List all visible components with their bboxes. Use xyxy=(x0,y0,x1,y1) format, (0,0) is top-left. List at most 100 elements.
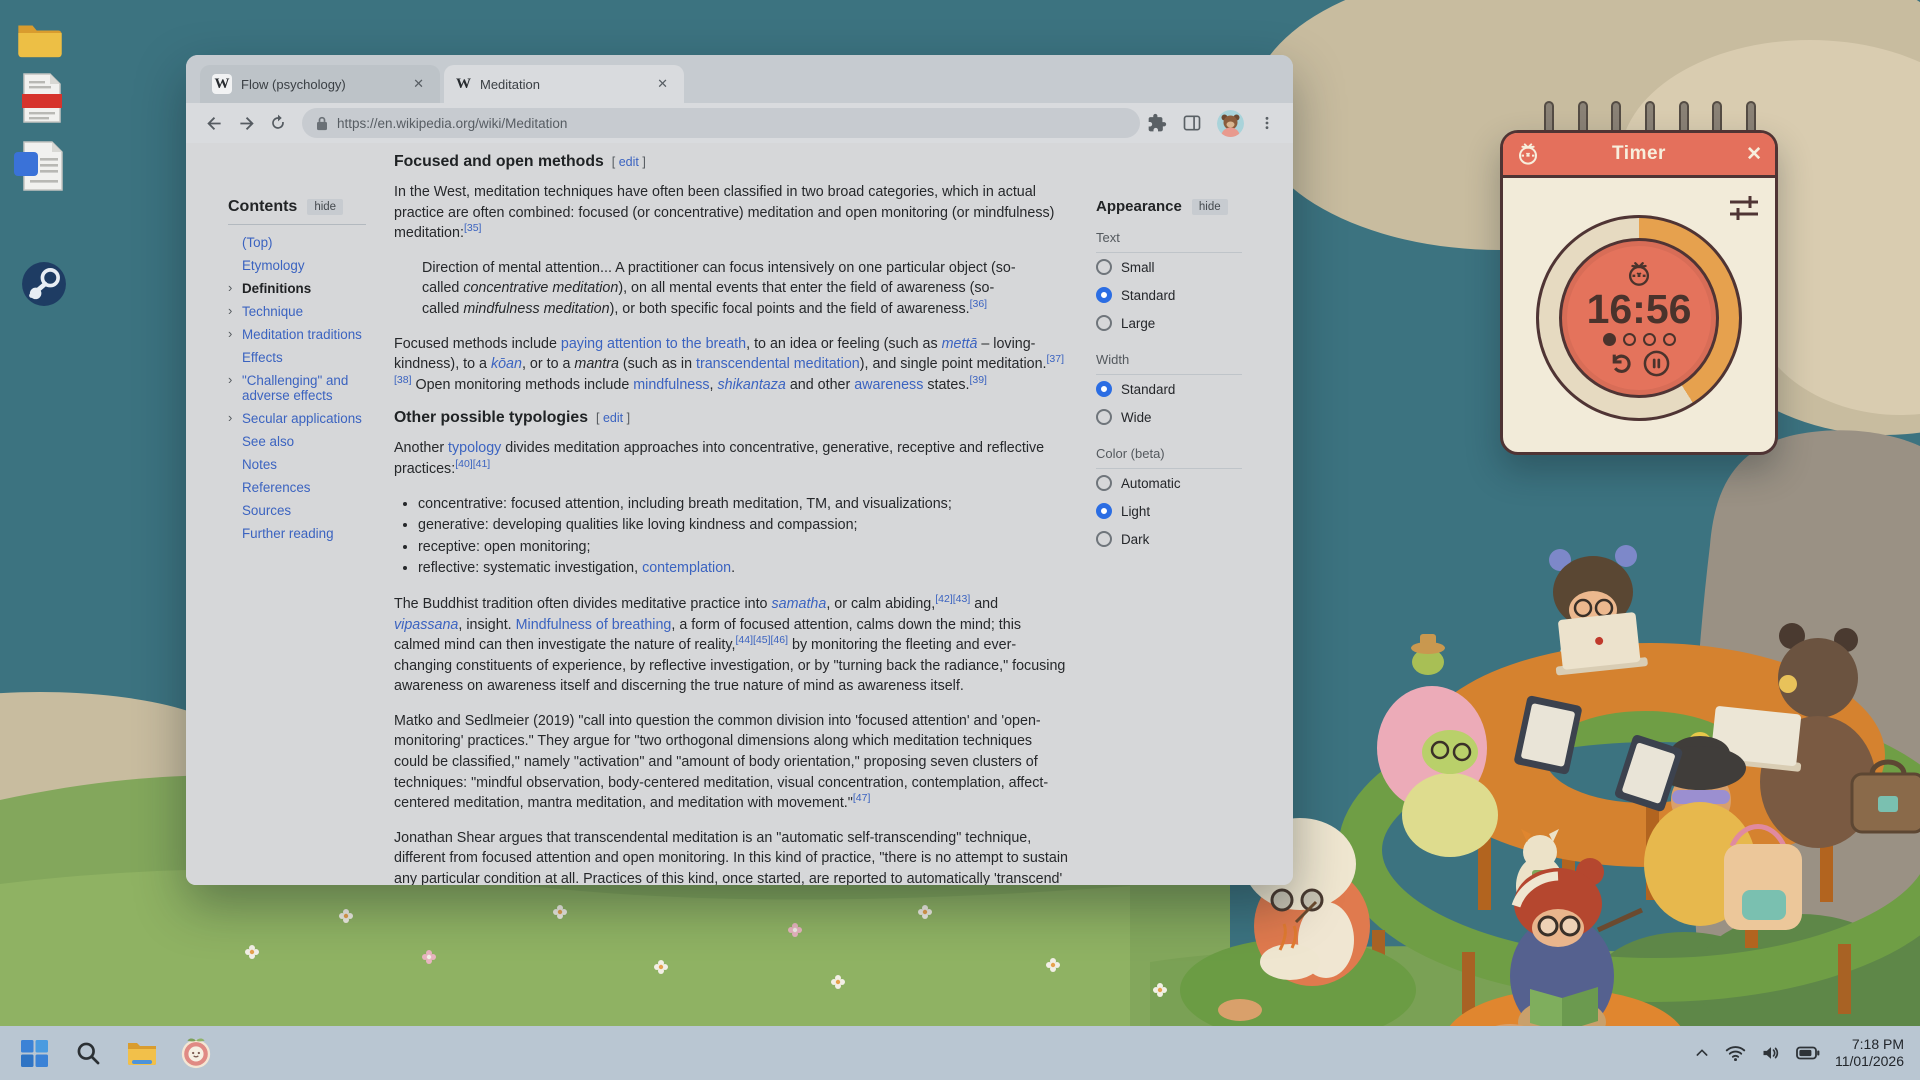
article-link[interactable]: transcendental meditation xyxy=(696,356,860,372)
file-explorer-button[interactable] xyxy=(120,1031,164,1075)
reference-link[interactable]: [44][45][46] xyxy=(735,634,788,646)
volume-icon[interactable] xyxy=(1761,1044,1781,1062)
expand-chevron-icon[interactable]: › xyxy=(228,280,232,295)
toc-link[interactable]: See also xyxy=(242,434,294,449)
timer-pause-icon[interactable] xyxy=(1643,350,1670,377)
appearance-radio-small[interactable]: Small xyxy=(1096,253,1242,281)
toc-link[interactable]: References xyxy=(242,480,310,495)
toc-item[interactable]: Effects xyxy=(242,346,380,369)
toc-link[interactable]: Definitions xyxy=(242,281,311,296)
expand-chevron-icon[interactable]: › xyxy=(228,372,232,387)
article-link[interactable]: shikantaza xyxy=(718,377,786,393)
search-button[interactable] xyxy=(66,1031,110,1075)
toc-item[interactable]: Sources xyxy=(242,499,380,522)
toc-item[interactable]: ›Meditation traditions xyxy=(242,323,380,346)
desktop-icon-folder[interactable] xyxy=(12,10,68,66)
appearance-hide-button[interactable]: hide xyxy=(1192,199,1228,215)
article-link[interactable]: awareness xyxy=(854,377,923,393)
article-link[interactable]: mettā xyxy=(942,336,978,352)
toc-link[interactable]: Notes xyxy=(242,457,277,472)
radio-button-icon[interactable] xyxy=(1096,287,1112,303)
tab-close-icon[interactable]: ✕ xyxy=(409,74,428,94)
toc-item[interactable]: References xyxy=(242,476,380,499)
desktop-icon-pdf-document[interactable] xyxy=(14,70,70,126)
taskbar-clock[interactable]: 7:18 PM 11/01/2026 xyxy=(1835,1036,1904,1071)
toc-link[interactable]: Effects xyxy=(242,350,283,365)
appearance-radio-large[interactable]: Large xyxy=(1096,309,1242,337)
toc-link[interactable]: Technique xyxy=(242,304,303,319)
tab-meditation[interactable]: W Meditation ✕ xyxy=(444,65,684,103)
reference-link[interactable]: [36] xyxy=(970,298,988,310)
side-panel-icon[interactable] xyxy=(1182,113,1202,133)
reference-link[interactable]: [35] xyxy=(464,222,482,234)
timer-settings-icon[interactable] xyxy=(1729,193,1759,223)
toc-item[interactable]: ›Definitions xyxy=(242,277,380,300)
appearance-radio-automatic[interactable]: Automatic xyxy=(1096,469,1242,497)
toc-item[interactable]: See also xyxy=(242,430,380,453)
desktop-icon-steam[interactable] xyxy=(16,256,72,312)
reference-link[interactable]: [39] xyxy=(969,374,987,386)
radio-button-icon[interactable] xyxy=(1096,531,1112,547)
tab-flow-psychology[interactable]: W Flow (psychology) ✕ xyxy=(200,65,440,103)
tomato-timer-app-button[interactable] xyxy=(174,1031,218,1075)
contents-hide-button[interactable]: hide xyxy=(307,199,343,215)
toc-link[interactable]: (Top) xyxy=(242,235,273,250)
article-link[interactable]: mindfulness xyxy=(633,377,709,393)
expand-chevron-icon[interactable]: › xyxy=(228,326,232,341)
toc-link[interactable]: Secular applications xyxy=(242,411,362,426)
radio-button-icon[interactable] xyxy=(1096,259,1112,275)
toc-item[interactable]: ›"Challenging" and adverse effects xyxy=(242,369,380,407)
appearance-radio-wide[interactable]: Wide xyxy=(1096,403,1242,431)
appearance-radio-dark[interactable]: Dark xyxy=(1096,525,1242,553)
forward-button[interactable] xyxy=(230,107,262,139)
appearance-radio-standard[interactable]: Standard xyxy=(1096,281,1242,309)
article-link[interactable]: typology xyxy=(448,440,501,456)
timer-reset-icon[interactable] xyxy=(1608,351,1633,376)
toc-link[interactable]: "Challenging" and adverse effects xyxy=(242,373,348,403)
article-link[interactable]: samatha xyxy=(772,596,827,612)
toc-link[interactable]: Further reading xyxy=(242,526,334,541)
expand-chevron-icon[interactable]: › xyxy=(228,303,232,318)
menu-dots-icon[interactable] xyxy=(1259,114,1275,132)
battery-icon[interactable] xyxy=(1796,1045,1820,1061)
url-bar[interactable]: https://en.wikipedia.org/wiki/Meditation xyxy=(302,108,1140,138)
reload-button[interactable] xyxy=(262,107,294,139)
article-link[interactable]: paying attention to the breath xyxy=(561,336,746,352)
reference-link[interactable]: [42][43] xyxy=(935,593,970,605)
toc-item[interactable]: Notes xyxy=(242,453,380,476)
toc-link[interactable]: Etymology xyxy=(242,258,305,273)
appearance-radio-light[interactable]: Light xyxy=(1096,497,1242,525)
edit-link[interactable]: edit xyxy=(603,411,623,425)
article-link[interactable]: vipassana xyxy=(394,617,458,633)
profile-avatar[interactable] xyxy=(1217,110,1244,137)
start-button[interactable] xyxy=(12,1031,56,1075)
toc-item[interactable]: ›Technique xyxy=(242,300,380,323)
toc-item[interactable]: Etymology xyxy=(242,254,380,277)
tray-chevron-up-icon[interactable] xyxy=(1694,1045,1710,1061)
article-link[interactable]: Mindfulness of breathing xyxy=(516,617,672,633)
timer-close-icon[interactable]: ✕ xyxy=(1746,143,1762,166)
timer-header[interactable]: Timer ✕ xyxy=(1503,133,1775,178)
radio-button-icon[interactable] xyxy=(1096,409,1112,425)
article-link[interactable]: kōan xyxy=(491,356,522,372)
edit-link[interactable]: edit xyxy=(619,155,639,169)
toc-item[interactable]: Further reading xyxy=(242,522,380,545)
tab-close-icon[interactable]: ✕ xyxy=(653,74,672,94)
toc-link[interactable]: Sources xyxy=(242,503,291,518)
expand-chevron-icon[interactable]: › xyxy=(228,410,232,425)
wifi-icon[interactable] xyxy=(1725,1044,1746,1062)
toc-link[interactable]: Meditation traditions xyxy=(242,327,362,342)
toc-item[interactable]: ›Secular applications xyxy=(242,407,380,430)
radio-button-icon[interactable] xyxy=(1096,503,1112,519)
radio-button-icon[interactable] xyxy=(1096,315,1112,331)
reference-link[interactable]: [47] xyxy=(853,792,871,804)
appearance-radio-standard[interactable]: Standard xyxy=(1096,375,1242,403)
radio-button-icon[interactable] xyxy=(1096,475,1112,491)
article-link[interactable]: contemplation xyxy=(642,560,731,576)
toc-item[interactable]: (Top) xyxy=(242,231,380,254)
back-button[interactable] xyxy=(198,107,230,139)
extensions-puzzle-icon[interactable] xyxy=(1147,113,1167,133)
desktop-icon-word-document[interactable] xyxy=(12,138,68,194)
radio-button-icon[interactable] xyxy=(1096,381,1112,397)
reference-link[interactable]: [40][41] xyxy=(455,458,490,470)
